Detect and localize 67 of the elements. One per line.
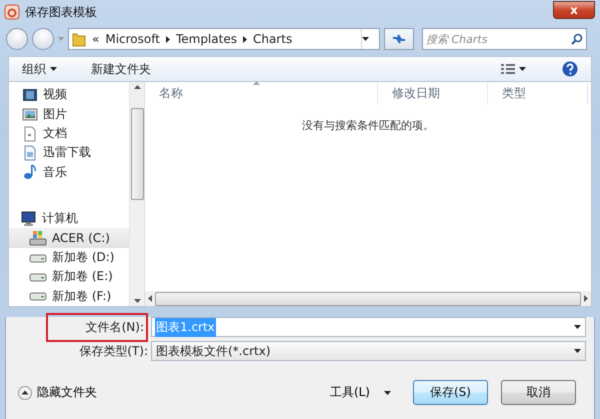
- search-icon: [571, 33, 583, 45]
- sidebar-item[interactable]: 文档: [9, 124, 129, 144]
- sidebar-item[interactable]: 视频: [9, 85, 129, 104]
- caret-icon: [574, 349, 580, 353]
- breadcrumb-arrow-icon: [166, 36, 170, 42]
- image-icon: [22, 106, 38, 122]
- scroll-up-icon: [134, 85, 140, 89]
- sidebar-item[interactable]: 图片: [9, 104, 129, 124]
- sidebar-item[interactable]: 计算机: [9, 209, 129, 228]
- empty-message: 没有与搜索条件匹配的项。: [302, 118, 434, 133]
- caret-icon: [50, 67, 57, 71]
- address-bar[interactable]: « Microsoft Templates Charts: [68, 28, 380, 50]
- tools-menu[interactable]: 工具(L): [324, 383, 397, 402]
- forward-button[interactable]: [32, 28, 54, 50]
- help-icon: [562, 61, 578, 77]
- window-title: 保存图表模板: [25, 4, 98, 20]
- sidebar-item[interactable]: 迅雷下载: [9, 143, 129, 163]
- file-type-dropdown[interactable]: 图表模板文件(*.crtx): [151, 341, 586, 361]
- search-field[interactable]: 搜索 Charts: [422, 28, 587, 50]
- list-view-icon: [501, 63, 515, 75]
- breadcrumb-item[interactable]: Charts: [252, 32, 292, 46]
- file-type-label: 保存类型(T):: [78, 342, 149, 360]
- file-name-label: 文件名(N):: [86, 320, 144, 334]
- save-button[interactable]: 保存(S): [413, 380, 488, 405]
- drive-icon: [29, 270, 47, 283]
- breadcrumb-item[interactable]: Microsoft: [105, 32, 160, 46]
- organize-menu[interactable]: 组织: [19, 58, 60, 80]
- sidebar-item[interactable]: 新加卷 (F:): [9, 286, 129, 306]
- scroll-right-icon: [584, 295, 588, 302]
- vertical-scrollbar[interactable]: [129, 82, 144, 306]
- refresh-button[interactable]: [384, 28, 414, 50]
- sidebar-item[interactable]: 新加卷 (E:): [9, 267, 129, 287]
- collapse-icon: [18, 386, 32, 400]
- sidebar-item[interactable]: 新加卷 (D:): [9, 248, 129, 268]
- drive-icon: [29, 252, 47, 264]
- breadcrumb-arrow-icon: [242, 36, 247, 42]
- caret-icon: [519, 67, 526, 71]
- caret-icon: [574, 325, 580, 329]
- scroll-down-icon: [134, 299, 140, 303]
- back-button[interactable]: [6, 28, 28, 50]
- hide-folders-button[interactable]: 隐藏文件夹: [18, 384, 97, 401]
- computer-icon: [19, 210, 37, 227]
- breadcrumb-overflow[interactable]: «: [92, 32, 100, 46]
- refresh-icon: [392, 33, 406, 45]
- new-folder-button[interactable]: 新建文件夹: [88, 58, 154, 80]
- dropdown-arrow-icon: [58, 37, 64, 41]
- sidebar-item[interactable]: 音乐: [9, 162, 129, 182]
- sort-arrow-icon: [253, 81, 260, 85]
- breadcrumb-item[interactable]: Templates: [176, 32, 237, 46]
- caret-icon: [384, 390, 391, 394]
- scroll-left-icon: [148, 295, 152, 302]
- document-icon: [22, 144, 38, 161]
- music-note-icon: [22, 164, 38, 180]
- close-button[interactable]: x: [553, 0, 595, 18]
- drive-icon: [29, 290, 47, 302]
- caret-icon: [362, 37, 369, 41]
- folder-icon: [72, 31, 86, 47]
- view-menu[interactable]: [498, 61, 529, 77]
- app-icon: [4, 4, 20, 20]
- document-icon: [22, 126, 38, 142]
- film-icon: [22, 86, 38, 103]
- sidebar-item[interactable]: ACER (C:): [9, 228, 129, 248]
- horizontal-scrollbar[interactable]: [145, 291, 591, 306]
- cancel-button[interactable]: 取消: [501, 380, 576, 405]
- drive-icon: [29, 230, 47, 246]
- column-header[interactable]: 类型: [488, 82, 588, 104]
- column-header[interactable]: 修改日期: [378, 82, 488, 104]
